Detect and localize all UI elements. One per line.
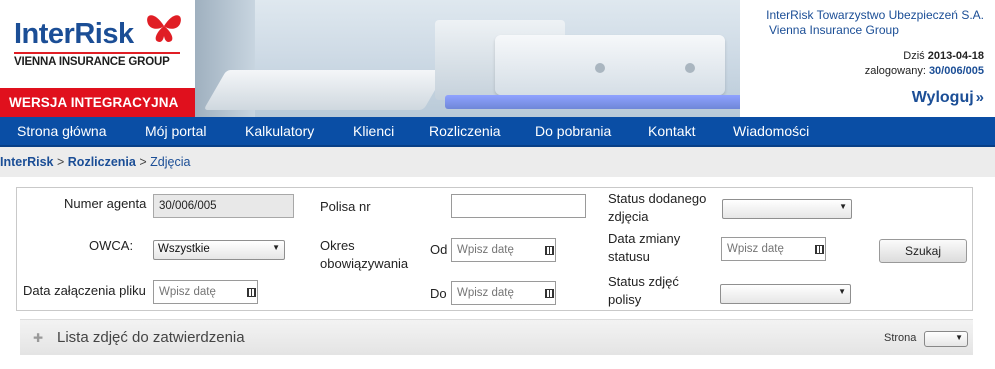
period-label-line2: obowiązywania	[320, 256, 409, 271]
photo-status-label-line1: Status dodanego	[608, 191, 707, 206]
agent-number-label: Numer agenta	[64, 196, 147, 211]
status-change-label-line2: statusu	[608, 249, 650, 264]
status-change-label: Data zmiany statusu	[608, 230, 680, 266]
nav-item-calculators[interactable]: Kalkulatory	[245, 117, 314, 139]
photo-status-select[interactable]: ▼	[722, 199, 852, 219]
breadcrumb-trail: InterRisk > Rozliczenia > Zdjęcia	[0, 155, 190, 169]
current-date: Dziś 2013-04-18	[903, 50, 984, 62]
to-date-field[interactable]	[451, 281, 556, 305]
nav-item-clients[interactable]: Klienci	[353, 117, 394, 139]
status-change-label-line1: Data zmiany	[608, 231, 681, 246]
calendar-icon-glyph	[544, 288, 554, 298]
breadcrumb-item-photos: Zdjęcia	[150, 155, 191, 169]
breadcrumb-item-settlements[interactable]: Rozliczenia	[68, 155, 136, 169]
logout-button[interactable]: Wyloguj»	[912, 89, 984, 107]
photo-list-panel[interactable]: ✚ Lista zdjęć do zatwierdzenia Strona ▼	[20, 319, 973, 355]
nav-item-settlements[interactable]: Rozliczenia	[429, 117, 501, 139]
owca-value: Wszystkie	[158, 243, 210, 255]
hero-folder	[445, 95, 740, 109]
company-info: InterRisk Towarzystwo Ubezpieczeń S.A. V…	[740, 0, 995, 117]
brand-tagline: VIENNA INSURANCE GROUP	[14, 56, 170, 68]
calendar-icon-glyph	[544, 245, 554, 255]
breadcrumb-item-interrisk[interactable]: InterRisk	[0, 155, 54, 169]
logout-label: Wyloguj	[911, 89, 974, 106]
photo-list-title: Lista zdjęć do zatwierdzenia	[57, 329, 245, 346]
company-name: InterRisk Towarzystwo Ubezpieczeń S.A.	[766, 8, 984, 22]
chevron-down-icon: ▼	[839, 202, 847, 211]
chevron-down-icon: ▼	[955, 333, 963, 342]
date-label: Dziś	[903, 50, 925, 62]
calendar-icon-glyph	[246, 287, 256, 297]
logo-area[interactable]: InterRisk VIENNA INSURANCE GROUP	[0, 0, 195, 88]
calendar-icon[interactable]	[542, 281, 556, 305]
search-button[interactable]: Szukaj	[879, 239, 967, 263]
period-label-line1: Okres	[320, 238, 355, 253]
nav-item-my-portal[interactable]: Mój portal	[145, 117, 206, 139]
chevron-down-icon: ▼	[272, 243, 280, 252]
breadcrumb: InterRisk > Rozliczenia > Zdjęcia	[0, 147, 995, 177]
to-label: Do	[430, 286, 447, 301]
search-form: Numer agenta Polisa nr Status dodanego z…	[16, 187, 973, 311]
main-navigation: Strona główna Mój portal Kalkulatory Kli…	[0, 117, 995, 147]
brand-logo-text: InterRisk	[14, 18, 134, 50]
calendar-icon[interactable]	[812, 237, 826, 261]
policy-photo-status-label: Status zdjęć polisy	[608, 273, 679, 309]
login-value: 30/006/005	[928, 65, 984, 77]
policy-number-field[interactable]	[451, 194, 586, 218]
expand-icon[interactable]: ✚	[33, 331, 43, 345]
photo-status-label: Status dodanego zdjęcia	[608, 190, 706, 226]
date-value: 2013-04-18	[927, 50, 984, 62]
owca-select[interactable]: Wszystkie ▼	[153, 240, 285, 260]
policy-photo-status-label-line1: Status zdjęć	[608, 274, 679, 289]
company-group: Vienna Insurance Group	[769, 23, 899, 37]
page-label: Strona	[884, 332, 917, 344]
from-label: Od	[430, 242, 448, 257]
nav-item-contact[interactable]: Kontakt	[648, 117, 695, 139]
chevron-down-icon: ▼	[838, 287, 846, 296]
hero-ring-1	[595, 63, 605, 73]
hero-ring-2	[685, 63, 695, 73]
owca-label: OWCA:	[89, 238, 134, 253]
login-label: zalogowany:	[864, 65, 926, 77]
logo-divider	[14, 52, 180, 54]
header-hero-image	[195, 0, 740, 117]
hero-laptop	[203, 70, 447, 110]
attach-date-label: Data załączenia pliku	[23, 283, 146, 298]
from-date-field[interactable]	[451, 238, 556, 262]
policy-number-label: Polisa nr	[320, 199, 371, 214]
policy-photo-status-label-line2: polisy	[608, 292, 642, 307]
nav-item-home[interactable]: Strona główna	[17, 117, 107, 139]
period-label: Okres obowiązywania	[320, 237, 408, 273]
version-banner: WERSJA INTEGRACYJNA	[0, 88, 195, 117]
page-select[interactable]: ▼	[924, 331, 968, 347]
calendar-icon-glyph	[814, 244, 824, 254]
page-header: InterRisk VIENNA INSURANCE GROUP WERSJA …	[0, 0, 995, 117]
attach-date-field[interactable]	[153, 280, 258, 304]
nav-item-messages[interactable]: Wiadomości	[733, 117, 809, 139]
logged-in-user: zalogowany: 30/006/005	[865, 65, 984, 77]
status-change-date-field[interactable]	[721, 237, 826, 261]
calendar-icon[interactable]	[244, 280, 258, 304]
double-chevron-right-icon: »	[975, 89, 984, 106]
calendar-icon[interactable]	[542, 238, 556, 262]
breadcrumb-separator: >	[56, 155, 65, 169]
agent-number-field	[153, 194, 294, 218]
butterfly-logo-icon	[147, 15, 181, 42]
photo-status-label-line2: zdjęcia	[608, 209, 649, 224]
breadcrumb-separator: >	[139, 155, 147, 169]
nav-item-downloads[interactable]: Do pobrania	[535, 117, 611, 139]
policy-photo-status-select[interactable]: ▼	[720, 284, 851, 304]
